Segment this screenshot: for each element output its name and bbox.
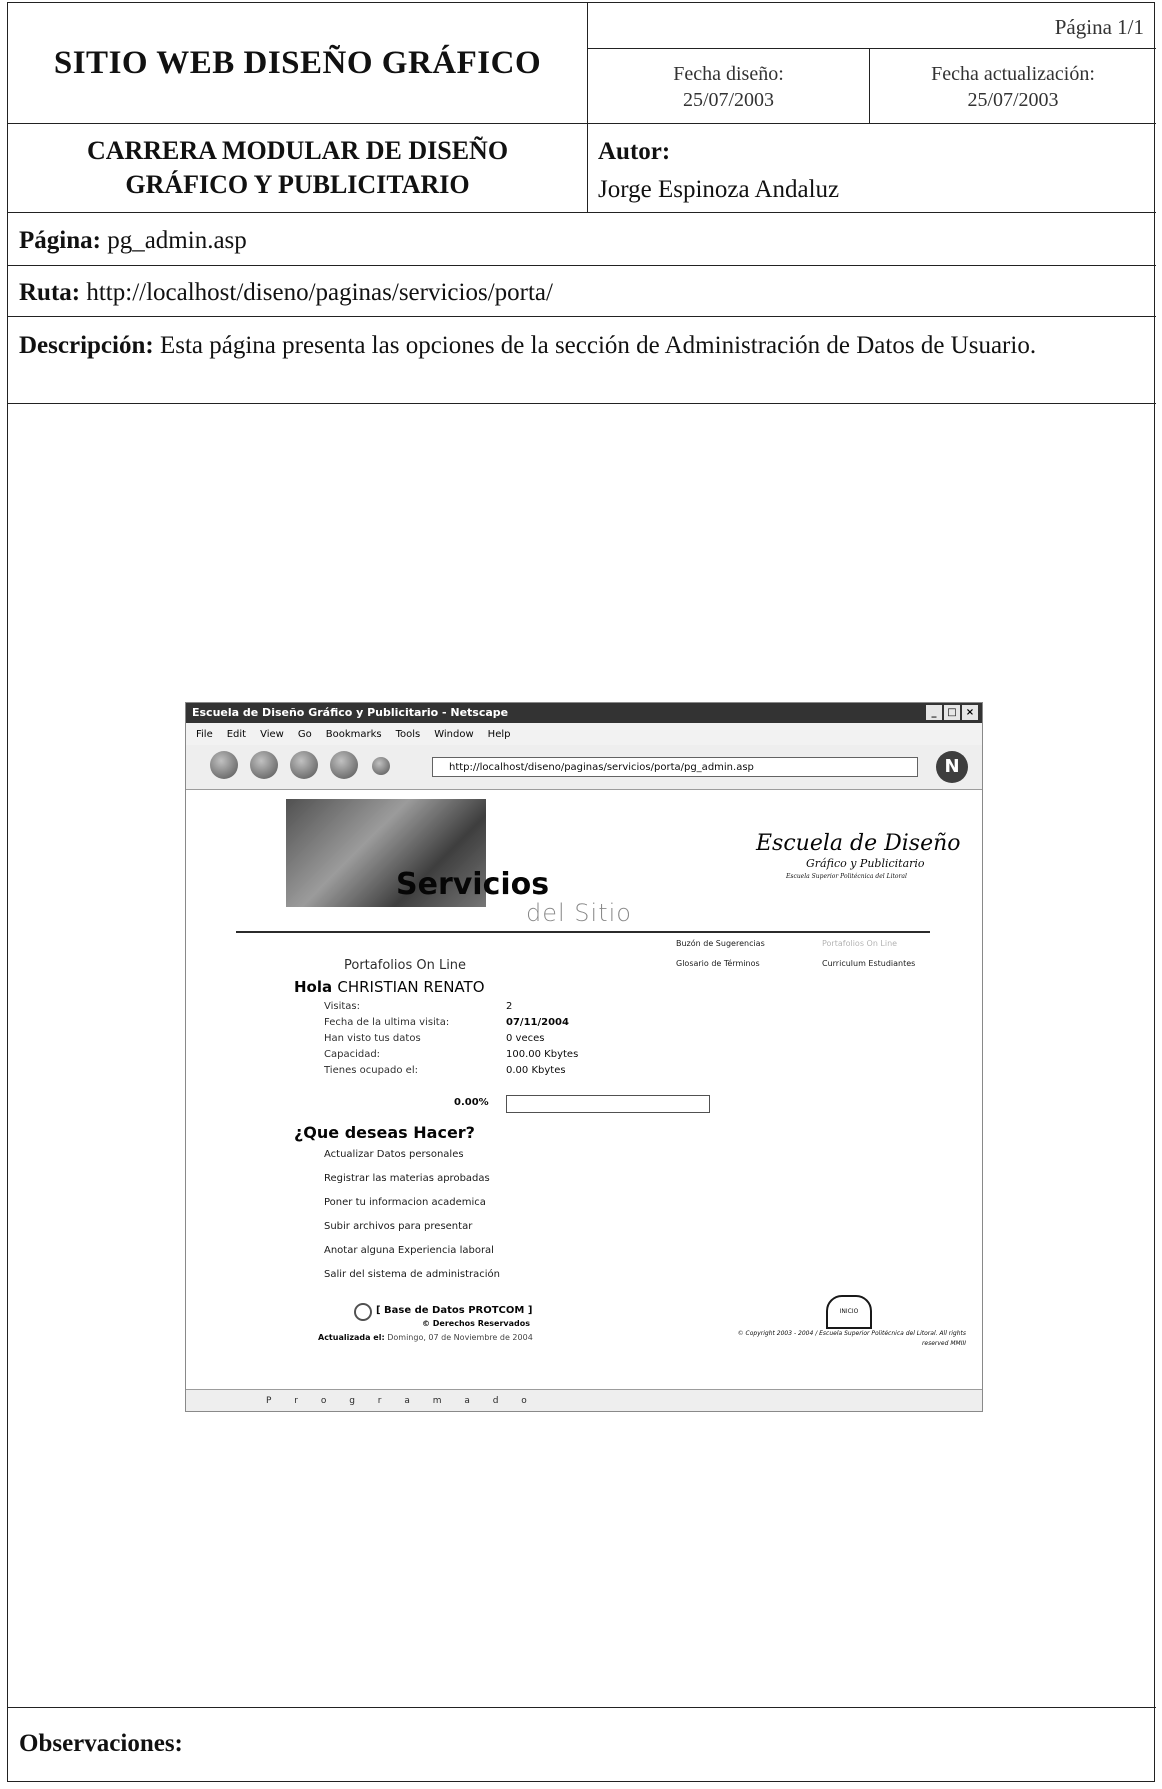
menu-edit[interactable]: Edit bbox=[227, 729, 246, 740]
home-link[interactable]: INICIO bbox=[826, 1295, 872, 1329]
option-academic-info[interactable]: Poner tu informacion academica bbox=[324, 1197, 486, 1208]
observations-row: Observaciones: bbox=[8, 1707, 1156, 1783]
stat-value: 0 veces bbox=[506, 1033, 545, 1044]
page-value: pg_admin.asp bbox=[107, 227, 247, 254]
career-line-2: GRÁFICO Y PUBLICITARIO bbox=[125, 170, 470, 199]
status-bar: P r o g r a m a d o bbox=[186, 1389, 982, 1411]
banner-subtitle: del Sitio bbox=[526, 899, 632, 927]
home-button-icon[interactable] bbox=[372, 757, 390, 775]
stat-label: Visitas: bbox=[324, 1001, 361, 1012]
menu-view[interactable]: View bbox=[260, 729, 284, 740]
copyright-text: © Copyright 2003 - 2004 / Escuela Superi… bbox=[737, 1330, 966, 1347]
greeting-word: Hola bbox=[294, 978, 333, 996]
site-title: SITIO WEB DISEÑO GRÁFICO bbox=[8, 3, 588, 124]
divider bbox=[236, 931, 930, 933]
author-label: Autor: bbox=[598, 138, 671, 165]
option-register-subjects[interactable]: Registrar las materias aprobadas bbox=[324, 1173, 490, 1184]
navigation-toolbar: http://localhost/diseno/paginas/servicio… bbox=[186, 745, 982, 790]
nav-link-glossary[interactable]: Glosario de Términos bbox=[676, 959, 760, 968]
career-line-1: CARRERA MODULAR DE DISEÑO bbox=[86, 136, 509, 165]
route-value: http://localhost/diseno/paginas/servicio… bbox=[86, 279, 553, 306]
update-date: 25/07/2003 bbox=[967, 89, 1059, 111]
reload-button-icon[interactable] bbox=[290, 751, 318, 779]
menu-bar: File Edit View Go Bookmarks Tools Window… bbox=[186, 723, 982, 745]
stat-label: Fecha de la ultima visita: bbox=[324, 1017, 450, 1028]
forward-button-icon[interactable] bbox=[250, 751, 278, 779]
author-cell: Autor: Jorge Espinoza Andaluz bbox=[588, 124, 1156, 213]
updated-label: Actualizada el: bbox=[318, 1333, 385, 1342]
updated-value: Domingo, 07 de Noviembre de 2004 bbox=[387, 1333, 533, 1342]
page-row: Página: pg_admin.asp bbox=[8, 213, 1156, 266]
stat-value: 2 bbox=[506, 1001, 513, 1012]
window-title: Escuela de Diseño Gráfico y Publicitario… bbox=[192, 706, 509, 719]
menu-help[interactable]: Help bbox=[488, 729, 511, 740]
page-label: Página: bbox=[19, 227, 101, 254]
description-row: Descripción: Esta página presenta las op… bbox=[8, 317, 1156, 404]
user-name: CHRISTIAN RENATO bbox=[337, 978, 485, 996]
stat-label: Tienes ocupado el: bbox=[324, 1065, 418, 1076]
route-label: Ruta: bbox=[19, 279, 81, 306]
section-title: Portafolios On Line bbox=[344, 958, 467, 973]
description-label: Descripción: bbox=[19, 332, 154, 359]
author-name: Jorge Espinoza Andaluz bbox=[598, 176, 840, 203]
nav-link-suggestions[interactable]: Buzón de Sugerencias bbox=[676, 939, 765, 948]
greeting: Hola CHRISTIAN RENATO bbox=[294, 978, 485, 996]
design-date-cell: Fecha diseño: 25/07/2003 bbox=[588, 49, 870, 124]
design-date-label: Fecha diseño: bbox=[673, 63, 784, 85]
netscape-logo-icon: N bbox=[936, 751, 968, 783]
school-logo-sub2: Escuela Superior Politécnica del Litoral bbox=[786, 873, 907, 880]
question-heading: ¿Que deseas Hacer? bbox=[294, 1123, 475, 1142]
option-update-personal-data[interactable]: Actualizar Datos personales bbox=[324, 1149, 464, 1160]
usage-percent: 0.00% bbox=[454, 1097, 489, 1108]
maximize-button[interactable]: □ bbox=[944, 705, 960, 720]
nav-link-portfolios[interactable]: Portafolios On Line bbox=[822, 939, 897, 948]
rights-text: © Derechos Reservados bbox=[422, 1319, 531, 1328]
url-input[interactable]: http://localhost/diseno/paginas/servicio… bbox=[432, 757, 918, 777]
usage-bar bbox=[506, 1095, 710, 1113]
menu-go[interactable]: Go bbox=[298, 729, 312, 740]
option-work-experience[interactable]: Anotar alguna Experiencia laboral bbox=[324, 1245, 494, 1256]
menu-tools[interactable]: Tools bbox=[396, 729, 421, 740]
window-titlebar: Escuela de Diseño Gráfico y Publicitario… bbox=[186, 703, 982, 723]
back-button-icon[interactable] bbox=[210, 751, 238, 779]
observations-label: Observaciones: bbox=[19, 1730, 183, 1757]
database-link[interactable]: [ Base de Datos PROTCOM ] bbox=[376, 1305, 532, 1316]
embedded-screenshot: Escuela de Diseño Gráfico y Publicitario… bbox=[185, 702, 983, 1412]
design-date: 25/07/2003 bbox=[682, 89, 775, 111]
banner-title: Servicios bbox=[396, 867, 550, 902]
option-exit[interactable]: Salir del sistema de administración bbox=[324, 1269, 500, 1280]
nav-link-curriculum[interactable]: Curriculum Estudiantes bbox=[822, 959, 915, 968]
stat-label: Han visto tus datos bbox=[324, 1033, 421, 1044]
stop-button-icon[interactable] bbox=[330, 751, 358, 779]
stat-value: 0.00 Kbytes bbox=[506, 1065, 566, 1076]
page-number: Página 1/1 bbox=[588, 3, 1156, 49]
update-date-cell: Fecha actualización: 25/07/2003 bbox=[870, 49, 1156, 124]
career-cell: CARRERA MODULAR DE DISEÑO GRÁFICO Y PUBL… bbox=[8, 124, 588, 213]
stat-value: 07/11/2004 bbox=[506, 1017, 569, 1028]
update-date-label: Fecha actualización: bbox=[931, 63, 1095, 85]
menu-file[interactable]: File bbox=[196, 729, 213, 740]
close-button[interactable]: × bbox=[962, 705, 978, 720]
updated-line: Actualizada el: Domingo, 07 de Noviembre… bbox=[318, 1333, 533, 1342]
school-logo-sub: Gráfico y Publicitario bbox=[806, 857, 925, 870]
route-row: Ruta: http://localhost/diseno/paginas/se… bbox=[8, 266, 1156, 317]
search-icon bbox=[354, 1303, 372, 1321]
menu-window[interactable]: Window bbox=[434, 729, 473, 740]
description-value: Esta página presenta las opciones de la … bbox=[159, 332, 1037, 359]
stat-label: Capacidad: bbox=[324, 1049, 381, 1060]
minimize-button[interactable]: _ bbox=[926, 705, 942, 720]
stat-value: 100.00 Kbytes bbox=[506, 1049, 579, 1060]
menu-bookmarks[interactable]: Bookmarks bbox=[326, 729, 382, 740]
school-logo: Escuela de Diseño bbox=[756, 831, 961, 856]
option-upload-files[interactable]: Subir archivos para presentar bbox=[324, 1221, 472, 1232]
